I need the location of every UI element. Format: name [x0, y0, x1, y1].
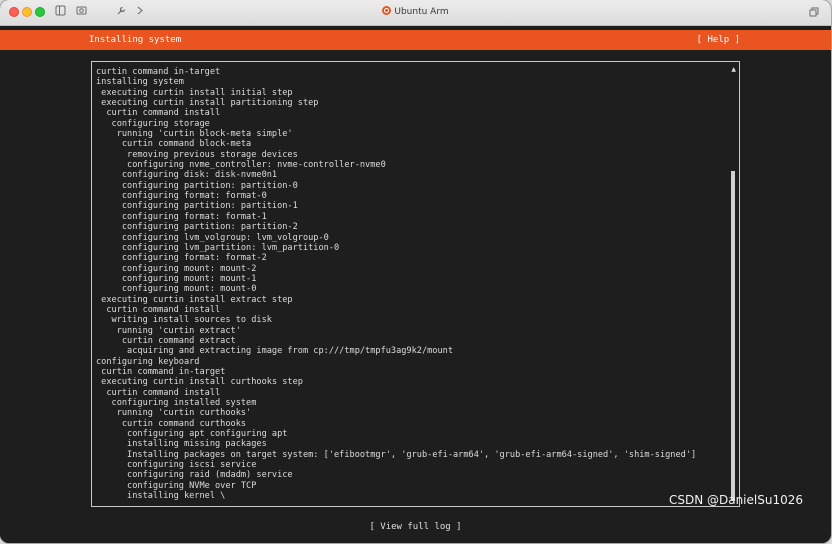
log-line: curtin command curthooks [96, 418, 247, 429]
log-line: configuring NVMe over TCP [96, 480, 257, 491]
log-line: running 'curtin curthooks' [96, 408, 252, 419]
log-line: configuring mount: mount-1 [96, 273, 257, 284]
log-line: configuring partition: partition-0 [96, 180, 298, 191]
install-log-panel[interactable]: curtin command in-target installing syste… [91, 61, 740, 507]
log-line: configuring partition: partition-1 [96, 201, 298, 212]
log-line: acquiring and extracting image from cp:/… [96, 346, 453, 357]
log-line: configuring storage [96, 118, 210, 129]
log-line: configuring format: format-2 [96, 253, 267, 264]
window-titlebar: Ubuntu Arm [0, 0, 831, 26]
log-line: configuring iscsi service [96, 460, 257, 471]
window-title: Ubuntu Arm [0, 5, 831, 19]
log-line: installing kernel \ [96, 491, 226, 502]
log-line: curtin command extract [96, 335, 236, 346]
log-line: executing curtin install initial step [96, 87, 293, 98]
log-line: configuring keyboard [96, 356, 200, 367]
scroll-up-arrow-icon[interactable]: ▲ [731, 66, 736, 73]
log-line: curtin command install [96, 387, 221, 398]
installer-header: Installing system [ Help ] [0, 30, 831, 50]
watermark: CSDN @DanielSu1026 [668, 493, 803, 507]
log-line: configuring lvm_volgroup: lvm_volgroup-0 [96, 232, 329, 243]
log-line: writing install sources to disk [96, 315, 272, 326]
log-line: configuring apt configuring apt [96, 429, 288, 440]
log-line: configuring installed system [96, 398, 257, 408]
window-title-text: Ubuntu Arm [394, 7, 449, 17]
log-line: curtin command install [96, 304, 221, 315]
log-line: configuring mount: mount-2 [96, 263, 257, 274]
log-line: running 'curtin block-meta simple' [96, 129, 293, 140]
ubuntu-logo-icon [382, 6, 392, 15]
log-line: configuring mount: mount-0 [96, 284, 257, 295]
log-line: curtin command block-meta [96, 139, 252, 150]
log-line: Installing packages on target system: ['… [96, 449, 697, 460]
page-title: Installing system [89, 35, 182, 45]
log-line: configuring format: format-0 [96, 191, 267, 202]
log-line: configuring partition: partition-2 [96, 222, 298, 233]
log-line: configuring raid (mdadm) service [96, 470, 293, 481]
log-line: configuring lvm_partition: lvm_partition… [96, 242, 340, 253]
log-line: curtin command install [96, 108, 221, 119]
log-line: executing curtin install extract step [96, 294, 293, 305]
log-line: installing system [96, 77, 184, 88]
log-line: configuring nvme_controller: nvme-contro… [96, 160, 386, 171]
installer-screen: Installing system [ Help ] curtin comman… [0, 26, 831, 543]
log-line: installing missing packages [96, 439, 267, 450]
install-log-lines: curtin command in-target installing syste… [96, 67, 725, 506]
log-line: curtin command in-target [96, 67, 221, 77]
log-scrollbar[interactable] [731, 76, 735, 501]
log-line: configuring disk: disk-nvme0n1 [96, 170, 278, 181]
restore-window-icon[interactable] [809, 5, 819, 21]
help-button[interactable]: [ Help ] [697, 30, 740, 50]
log-scrollbar-thumb[interactable] [731, 171, 735, 501]
log-line: executing curtin install curthooks step [96, 377, 303, 388]
view-full-log-button[interactable]: [ View full log ] [0, 522, 831, 532]
log-line: executing curtin install partitioning st… [96, 98, 319, 109]
log-line: configuring format: format-1 [96, 211, 267, 222]
log-line: removing previous storage devices [96, 149, 298, 160]
log-line: curtin command in-target [96, 366, 226, 377]
vm-window: Ubuntu Arm Installing system [ Help ] cu… [0, 0, 831, 543]
log-line: running 'curtin extract' [96, 325, 241, 336]
